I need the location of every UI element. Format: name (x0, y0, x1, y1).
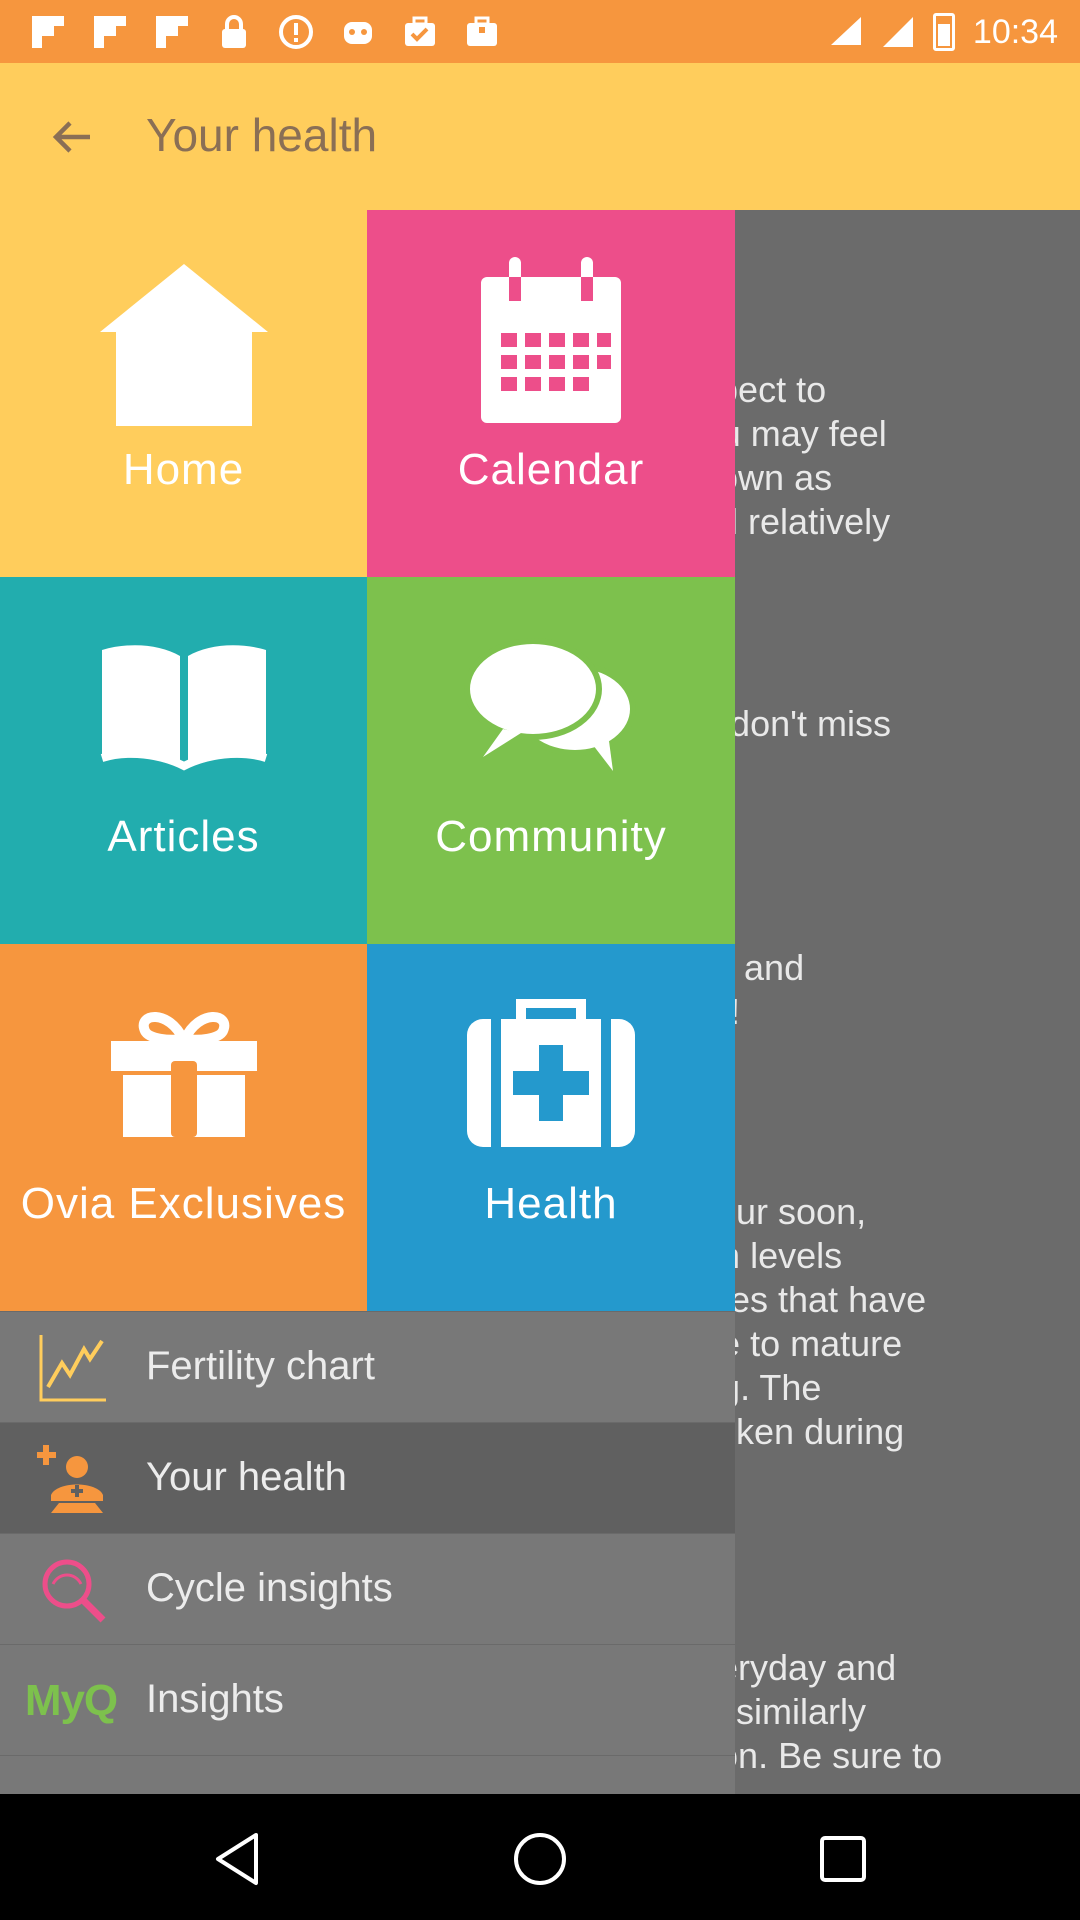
battery-icon (932, 13, 955, 51)
flipboard-icon (28, 14, 68, 50)
calendar-icon (367, 250, 735, 430)
app-bar: Your health (0, 63, 1080, 210)
tile-label: Health (484, 1179, 618, 1228)
notification-icons (28, 14, 502, 50)
flipboard-icon (152, 14, 192, 50)
chat-bubbles-icon (367, 617, 735, 797)
menu-item-label: Insights (146, 1677, 284, 1721)
signal-icon (882, 17, 913, 47)
status-time: 10:34 (972, 13, 1058, 51)
menu-item-label: Cycle insights (146, 1566, 393, 1610)
tile-label: Community (435, 812, 667, 861)
tile-calendar[interactable]: Calendar (367, 210, 735, 577)
myq-logo: MyQ (16, 1665, 126, 1737)
home-circle-icon[interactable] (505, 1824, 575, 1894)
alert-icon (276, 14, 316, 50)
medical-kit-icon (367, 984, 735, 1164)
tile-articles[interactable]: Articles (0, 577, 367, 944)
article-paragraph: occur soon, gen levels llicles that have… (680, 1191, 927, 1452)
ovia-icon (338, 14, 378, 50)
menu-item-cycle-insights[interactable]: Cycle insights (0, 1533, 735, 1644)
wifi-icon (830, 17, 861, 45)
tile-health[interactable]: Health (367, 944, 735, 1311)
menu-item-insights[interactable]: MyQ Insights (0, 1644, 735, 1755)
menu-item-label: Your health (146, 1455, 347, 1499)
tile-ovia-exclusives[interactable]: Ovia Exclusives (0, 944, 367, 1311)
back-triangle-icon[interactable] (202, 1824, 272, 1894)
tile-label: Home (122, 445, 245, 494)
page-title: Your health (146, 109, 378, 161)
book-icon (0, 617, 367, 797)
menu-item-your-health[interactable]: Your health (0, 1422, 735, 1533)
tile-community[interactable]: Community (367, 577, 735, 944)
flipboard-icon (90, 14, 130, 50)
home-icon (0, 250, 367, 430)
system-navigation-bar (0, 1794, 1080, 1920)
person-health-icon (34, 1443, 112, 1515)
article-paragraph: expect to You may feel known as feel rel… (680, 369, 891, 586)
tile-label: Ovia Exclusives (20, 1179, 347, 1228)
article-paragraph: ow, and eat! (680, 947, 805, 1032)
drawer-menu: Fertility chart Your health Cycle insigh… (0, 1311, 735, 1794)
tile-home[interactable]: Home (0, 210, 367, 577)
briefcase-icon (462, 14, 502, 50)
recents-square-icon[interactable] (808, 1824, 878, 1894)
menu-item-fertility-chart[interactable]: Fertility chart (0, 1311, 735, 1422)
article-paragraph: gly everyday and wn similarly ption. Be … (680, 1603, 943, 1776)
back-arrow-icon[interactable] (42, 107, 102, 167)
navigation-drawer: Home Calendar Articles Community Ovia Ex… (0, 210, 735, 1794)
chart-icon (34, 1332, 112, 1404)
tile-label: Calendar (457, 445, 645, 494)
tile-label: Articles (107, 812, 260, 861)
search-cycle-icon (34, 1554, 112, 1626)
menu-item-label: Fertility chart (146, 1344, 375, 1388)
briefcase-check-icon (400, 14, 440, 50)
article-paragraph: ou don't miss (680, 703, 891, 744)
menu-item-partial[interactable] (0, 1755, 735, 1794)
status-bar: 10:34 (0, 0, 1080, 63)
lock-icon (214, 14, 254, 50)
myq-logo-text: MyQ (24, 1676, 118, 1725)
gift-icon (0, 984, 367, 1164)
